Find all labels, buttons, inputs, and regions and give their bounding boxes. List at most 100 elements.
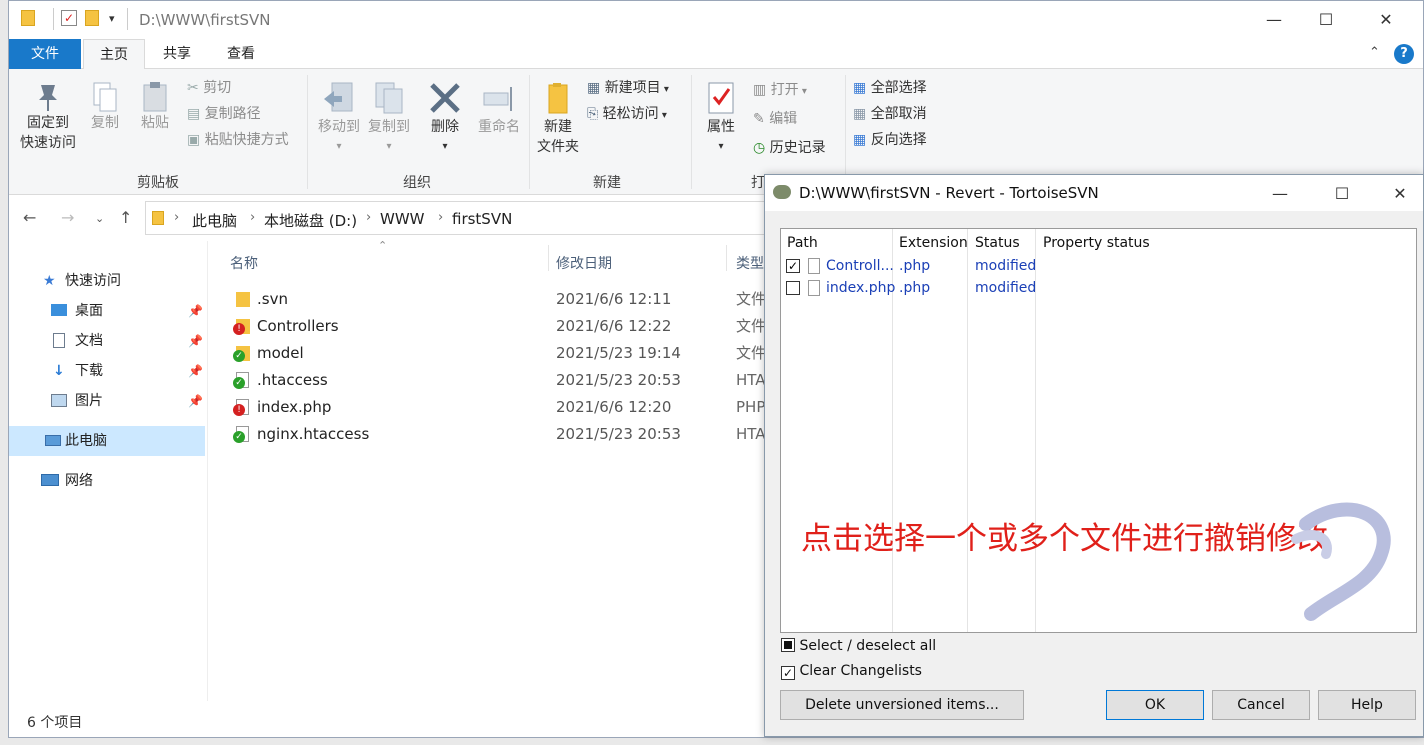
dialog-minimize-button[interactable]: — bbox=[1265, 183, 1295, 205]
column-header-extension[interactable]: Extension bbox=[899, 235, 968, 251]
ok-button[interactable]: OK bbox=[1106, 690, 1204, 720]
properties-label: 属性 bbox=[707, 119, 735, 135]
pin-to-quick-access-button[interactable]: 固定到 快速访问 bbox=[17, 81, 79, 153]
easy-access-button[interactable]: ⎘ 轻松访问 ▾ bbox=[587, 103, 667, 125]
column-header-status[interactable]: Status bbox=[975, 235, 1020, 251]
file-name: model bbox=[257, 344, 304, 362]
file-type: 文件 bbox=[736, 290, 767, 308]
cancel-button[interactable]: Cancel bbox=[1212, 690, 1310, 720]
properties-button[interactable]: 属性 ▾ bbox=[699, 81, 743, 157]
tab-view[interactable]: 查看 bbox=[213, 39, 269, 69]
revert-row[interactable]: ✓ Controll... .php modified bbox=[781, 255, 1416, 277]
tab-home[interactable]: 主页 bbox=[83, 39, 145, 70]
minimize-button[interactable]: — bbox=[1259, 9, 1289, 31]
column-header-type[interactable]: 类型 bbox=[736, 253, 764, 273]
new-folder-quick-icon[interactable] bbox=[85, 10, 99, 26]
back-arrow-icon[interactable]: ← bbox=[23, 208, 36, 227]
maximize-button[interactable]: ☐ bbox=[1311, 9, 1341, 31]
copy-to-dropdown-icon: ▾ bbox=[386, 141, 392, 152]
up-arrow-icon[interactable]: ↑ bbox=[119, 208, 132, 227]
move-to-label: 移动到 bbox=[318, 119, 360, 135]
column-header-date[interactable]: 修改日期 bbox=[556, 253, 612, 273]
select-deselect-all-label: Select / deselect all bbox=[799, 638, 937, 654]
dialog-close-button[interactable]: ✕ bbox=[1385, 183, 1415, 205]
column-header-property-status[interactable]: Property status bbox=[1043, 235, 1150, 251]
breadcrumb-this-pc[interactable]: 此电脑 bbox=[192, 210, 237, 231]
nav-desktop[interactable]: 桌面 📌 bbox=[9, 296, 205, 326]
invert-selection-label: 反向选择 bbox=[870, 132, 927, 148]
column-header-path[interactable]: Path bbox=[787, 235, 818, 251]
select-deselect-all-checkbox[interactable]: Select / deselect all bbox=[781, 638, 936, 654]
nav-documents[interactable]: 文档 📌 bbox=[9, 326, 205, 356]
rename-icon bbox=[483, 87, 512, 111]
sort-ascending-icon: ⌃ bbox=[378, 239, 388, 252]
recent-locations-chevron-icon[interactable]: ⌄ bbox=[95, 212, 104, 225]
breadcrumb-firstsvn[interactable]: firstSVN bbox=[452, 210, 512, 228]
dialog-title-bar: D:\WWW\firstSVN - Revert - TortoiseSVN —… bbox=[765, 175, 1423, 211]
rename-button[interactable]: 重命名 bbox=[473, 81, 525, 137]
nav-this-pc[interactable]: 此电脑 bbox=[9, 426, 205, 456]
tab-file[interactable]: 文件 bbox=[9, 39, 81, 69]
breadcrumb-drive-d[interactable]: 本地磁盘 (D:) bbox=[264, 210, 357, 231]
delete-unversioned-button[interactable]: Delete unversioned items... bbox=[780, 690, 1024, 720]
file-date: 2021/6/6 12:20 bbox=[556, 398, 672, 416]
new-item-button[interactable]: ▦ 新建项目 ▾ bbox=[587, 77, 669, 99]
breadcrumb-www[interactable]: WWW bbox=[380, 210, 425, 228]
edit-button[interactable]: ✎ 编辑 bbox=[753, 108, 797, 130]
delete-button[interactable]: 删除 ▾ bbox=[425, 81, 465, 157]
file-type: HTA bbox=[736, 425, 766, 443]
open-button[interactable]: ▥ 打开 ▾ bbox=[753, 79, 807, 101]
row-checkbox[interactable]: ✓ bbox=[786, 259, 800, 273]
forward-arrow-icon[interactable]: → bbox=[61, 208, 74, 227]
delete-dropdown-icon: ▾ bbox=[442, 141, 448, 152]
select-all-button[interactable]: ▦ 全部选择 bbox=[853, 77, 927, 99]
file-name: Controllers bbox=[257, 317, 339, 335]
annotation-text: 点击选择一个或多个文件进行撤销修改 bbox=[801, 521, 1328, 557]
move-to-button[interactable]: 移动到 ▾ bbox=[313, 81, 365, 157]
nav-quick-access[interactable]: ★ 快速访问 bbox=[9, 266, 205, 296]
group-new-label: 新建 bbox=[593, 175, 621, 191]
new-folder-button[interactable]: 新建 文件夹 bbox=[533, 81, 583, 157]
properties-quick-icon[interactable]: ✓ bbox=[61, 10, 77, 26]
invert-selection-button[interactable]: ▦ 反向选择 bbox=[853, 129, 927, 151]
copy-button[interactable]: 复制 bbox=[83, 81, 127, 133]
dialog-maximize-button[interactable]: ☐ bbox=[1327, 183, 1357, 205]
nav-downloads[interactable]: ↓ 下载 📌 bbox=[9, 356, 205, 386]
delete-x-icon bbox=[430, 83, 460, 113]
tortoise-icon bbox=[773, 185, 791, 199]
group-clipboard-label: 剪贴板 bbox=[137, 175, 179, 191]
nav-desktop-label: 桌面 bbox=[75, 303, 103, 319]
new-item-icon: ▦ bbox=[587, 80, 605, 96]
copy-path-button[interactable]: ▤ 复制路径 bbox=[187, 103, 261, 125]
group-open-label: 打 bbox=[751, 175, 765, 191]
history-button[interactable]: ◷ 历史记录 bbox=[753, 137, 826, 159]
ribbon-tabs: 文件 主页 共享 查看 ⌃ ? bbox=[9, 39, 1423, 70]
copy-to-button[interactable]: 复制到 ▾ bbox=[363, 81, 415, 157]
nav-pictures[interactable]: 图片 📌 bbox=[9, 386, 205, 416]
file-date: 2021/6/6 12:22 bbox=[556, 317, 672, 335]
revert-row[interactable]: index.php .php modified bbox=[781, 277, 1416, 299]
file-type: 文件 bbox=[736, 344, 767, 362]
clear-changelists-checkbox[interactable]: ✓ Clear Changelists bbox=[781, 663, 922, 680]
cut-button[interactable]: ✂ 剪切 bbox=[187, 77, 231, 99]
paste-button[interactable]: 粘贴 bbox=[133, 81, 177, 133]
quick-access-dropdown-icon[interactable]: ▾ bbox=[109, 12, 115, 25]
download-arrow-icon: ↓ bbox=[53, 363, 65, 379]
new-item-label: 新建项目 bbox=[604, 80, 661, 96]
navigation-pane: ★ 快速访问 桌面 📌 文档 📌 ↓ 下载 📌 图片 📌 此电脑 网络 bbox=[9, 241, 207, 701]
column-header-name[interactable]: 名称 bbox=[230, 253, 258, 273]
nav-network[interactable]: 网络 bbox=[9, 466, 205, 496]
select-none-button[interactable]: ▦ 全部取消 bbox=[853, 103, 927, 125]
document-icon bbox=[53, 333, 65, 348]
properties-dropdown-icon: ▾ bbox=[718, 141, 724, 152]
ribbon-collapse-icon[interactable]: ⌃ bbox=[1369, 45, 1380, 60]
tab-share[interactable]: 共享 bbox=[149, 39, 205, 69]
close-button[interactable]: ✕ bbox=[1371, 9, 1401, 31]
svn-modified-folder-icon: ! bbox=[233, 319, 250, 335]
help-icon[interactable]: ? bbox=[1394, 44, 1414, 64]
folder-icon bbox=[21, 10, 35, 26]
open-dropdown-icon: ▾ bbox=[798, 86, 807, 97]
help-button[interactable]: Help bbox=[1318, 690, 1416, 720]
paste-shortcut-button[interactable]: ▣ 粘贴快捷方式 bbox=[187, 129, 289, 151]
row-checkbox[interactable] bbox=[786, 281, 800, 295]
